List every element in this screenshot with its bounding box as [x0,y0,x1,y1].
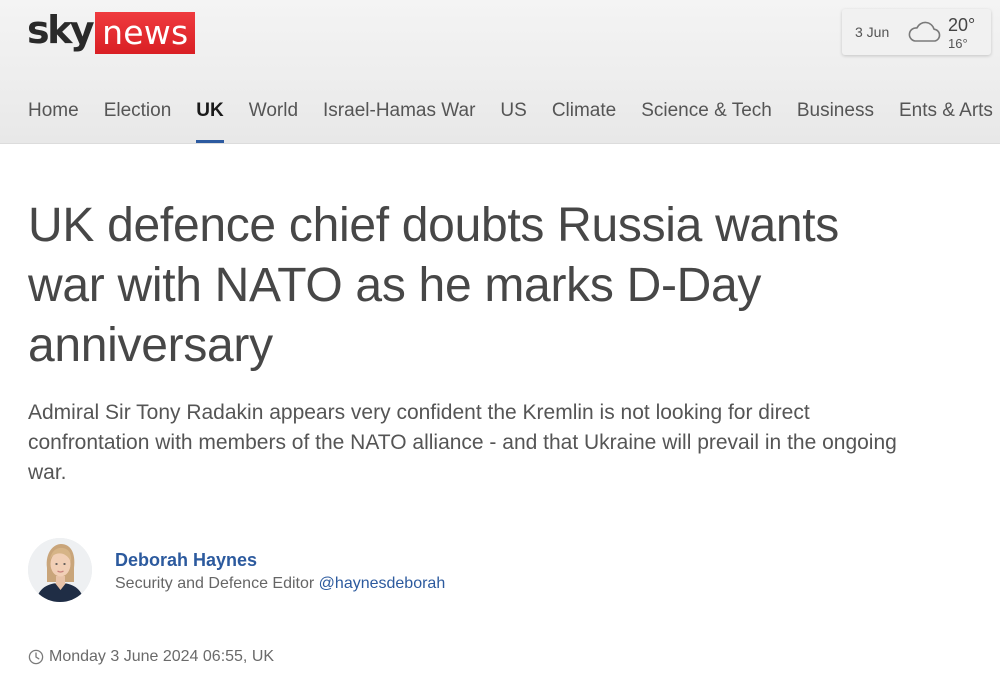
nav-item-israel-hamas-war[interactable]: Israel-Hamas War [323,98,475,142]
sky-news-logo[interactable]: sky news [27,8,196,55]
masthead: sky news 3 Jun 20° 16° Home Election UK … [0,0,1000,144]
nav-item-ents-arts[interactable]: Ents & Arts [899,98,993,142]
author-avatar[interactable] [28,538,92,602]
author-name-link[interactable]: Deborah Haynes [115,550,257,571]
weather-date: 3 Jun [855,24,890,40]
author-twitter-handle[interactable]: @haynesdeborah [319,575,446,592]
logo-news-text: news [95,12,196,54]
article-headline: UK defence chief doubts Russia wants war… [28,199,839,372]
nav-item-climate[interactable]: Climate [552,98,616,142]
clock-icon [28,649,44,665]
cloud-icon [906,21,942,43]
weather-widget[interactable]: 3 Jun 20° 16° [842,9,991,55]
nav-item-home[interactable]: Home [28,98,79,142]
page: sky news 3 Jun 20° 16° Home Election UK … [0,0,1000,685]
weather-low-temp: 16° [948,36,968,51]
nav-item-science-tech[interactable]: Science & Tech [641,98,772,142]
nav-item-uk[interactable]: UK [196,98,225,143]
nav-item-business[interactable]: Business [797,98,874,142]
author-role-text: Security and Defence Editor [115,575,315,592]
author-role: Security and Defence Editor @haynesdebor… [115,575,445,593]
nav-item-us[interactable]: US [500,98,526,142]
main-nav: Home Election UK World Israel-Hamas War … [28,98,1000,143]
nav-item-world[interactable]: World [249,98,298,142]
logo-sky-text: sky [27,8,95,52]
weather-high-temp: 20° [948,15,976,35]
article-timestamp: Monday 3 June 2024 06:55, UK [28,648,274,666]
author-byline: Deborah Haynes Security and Defence Edit… [28,538,728,604]
timestamp-text: Monday 3 June 2024 06:55, UK [49,648,275,665]
nav-item-election[interactable]: Election [104,98,172,142]
article-standfirst: Admiral Sir Tony Radakin appears very co… [28,401,897,484]
